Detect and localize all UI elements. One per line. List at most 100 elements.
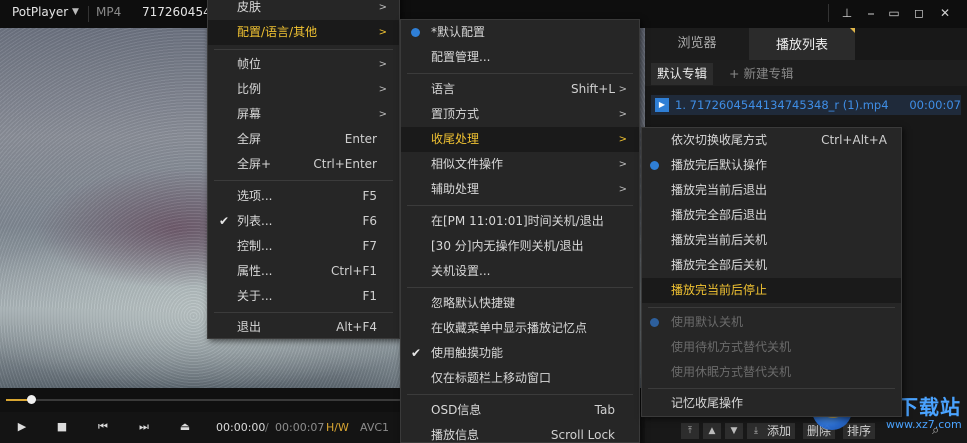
watermark-url: www.xz7.com	[886, 418, 962, 431]
menu-item-playback-info[interactable]: 播放信息 Scroll Lock	[401, 423, 639, 443]
menu-item-touch[interactable]: ✔ 使用触摸功能	[401, 341, 639, 366]
menu-item-shutdown-after-current[interactable]: 播放完当前后关机	[642, 228, 901, 253]
codec-badge[interactable]: AVC1	[360, 421, 389, 434]
menu-item-exit-after-current[interactable]: 播放完当前后退出	[642, 178, 901, 203]
menu-item-default-shutdown[interactable]: 使用默认关机	[642, 310, 901, 335]
current-time: 00:00:00	[216, 421, 266, 434]
menu-item-assist[interactable]: 辅助处理 >	[401, 177, 639, 202]
check-icon: ✔	[411, 346, 422, 360]
move-down-icon[interactable]: ▼	[725, 423, 743, 439]
minimize-icon[interactable]: ▭	[884, 4, 904, 22]
menu-item-shutdown-after-all[interactable]: 播放完全部后关机	[642, 253, 901, 278]
total-time: 00:00:07	[275, 421, 325, 434]
time-separator: /	[265, 421, 269, 434]
maximize-icon[interactable]: ◻	[909, 4, 929, 22]
menu-item-default-config[interactable]: *默认配置	[401, 20, 639, 45]
play-icon: ▶	[655, 98, 669, 112]
pin-icon[interactable]: ⊥	[837, 4, 857, 22]
divider	[214, 180, 393, 181]
app-menu-button[interactable]: PotPlayer	[12, 5, 68, 19]
menu-item-options[interactable]: 选项... F5	[208, 184, 399, 209]
menu-item-config-language-other[interactable]: 配置/语言/其他 >	[208, 20, 399, 45]
album-default[interactable]: 默认专辑	[651, 63, 714, 85]
previous-icon[interactable]: ⏮	[95, 419, 111, 435]
menu-item-show-bookmarks[interactable]: 在收藏菜单中显示播放记忆点	[401, 316, 639, 341]
panel-tabs: 浏览器 播放列表	[645, 28, 967, 60]
menu-item-language[interactable]: 语言 Shift+L >	[401, 77, 639, 102]
next-icon[interactable]: ⏭	[136, 419, 152, 435]
add-button[interactable]: 添加	[763, 423, 796, 439]
divider	[214, 312, 393, 313]
menu-item-ignore-default-hotkeys[interactable]: 忽略默认快捷键	[401, 291, 639, 316]
config-submenu: *默认配置 配置管理... 语言 Shift+L > 置顶方式 > 收尾处理 >…	[400, 19, 640, 443]
menu-item-about[interactable]: 关于... F1	[208, 284, 399, 309]
playlist-item-duration: 00:00:07	[909, 98, 961, 112]
menu-item-standby-instead[interactable]: 使用待机方式替代关机	[642, 335, 901, 360]
menu-item-shutdown-idle[interactable]: [30 分]内无操作则关机/退出	[401, 234, 639, 259]
divider	[407, 205, 633, 206]
menu-item-remember-end-action[interactable]: 记忆收尾操作	[642, 391, 901, 416]
chevron-right-icon: >	[618, 134, 627, 145]
chevron-right-icon: >	[618, 159, 627, 170]
menu-item-move-by-titlebar[interactable]: 仅在标题栏上移动窗口	[401, 366, 639, 391]
menu-item-exit-after-all[interactable]: 播放完全部后退出	[642, 203, 901, 228]
menu-item-end-action[interactable]: 收尾处理 >	[401, 127, 639, 152]
hw-decode-badge[interactable]: H/W	[326, 421, 349, 434]
chevron-right-icon: >	[378, 2, 387, 13]
menu-item-osd-info[interactable]: OSD信息 Tab	[401, 398, 639, 423]
eject-icon[interactable]: ⏏	[177, 419, 193, 435]
chevron-right-icon: >	[378, 59, 387, 70]
file-format-label: MP4	[96, 5, 122, 19]
close-icon[interactable]: ✕	[935, 4, 955, 22]
divider	[407, 73, 633, 74]
move-up-icon[interactable]: ▲	[703, 423, 721, 439]
tab-browser[interactable]: 浏览器	[645, 28, 749, 60]
menu-item-skin[interactable]: 皮肤 >	[208, 0, 399, 20]
context-menu: 皮肤 > 配置/语言/其他 > 帧位 > 比例 > 屏幕 > 全屏 Enter …	[207, 0, 400, 339]
menu-item-fullscreen-plus[interactable]: 全屏+ Ctrl+Enter	[208, 152, 399, 177]
chevron-right-icon: >	[378, 84, 387, 95]
divider	[648, 307, 895, 308]
divider	[648, 388, 895, 389]
move-top-icon[interactable]: ⤒	[681, 423, 699, 439]
divider	[88, 6, 89, 22]
new-album-button[interactable]: + 新建专辑	[723, 63, 799, 85]
chevron-right-icon: >	[378, 109, 387, 120]
divider	[214, 49, 393, 50]
play-icon[interactable]: ▶	[14, 419, 30, 435]
menu-item-exit[interactable]: 退出 Alt+F4	[208, 315, 399, 340]
menu-item-similar-files[interactable]: 相似文件操作 >	[401, 152, 639, 177]
stop-icon[interactable]: ■	[54, 419, 70, 435]
menu-item-frame[interactable]: 帧位 >	[208, 52, 399, 77]
file-title: 717260454	[142, 5, 211, 19]
menu-item-default-after-play[interactable]: 播放完后默认操作	[642, 153, 901, 178]
chevron-right-icon: >	[378, 27, 387, 38]
menu-item-on-top[interactable]: 置顶方式 >	[401, 102, 639, 127]
list-item[interactable]: ▶ 1. 7172604544134745348_r (1).mp4 00:00…	[651, 95, 961, 115]
menu-item-list[interactable]: ✔ 列表... F6	[208, 209, 399, 234]
tab-playlist[interactable]: 播放列表	[749, 28, 855, 60]
menu-item-properties[interactable]: 属性... Ctrl+F1	[208, 259, 399, 284]
radio-selected-icon	[650, 318, 659, 327]
menu-item-config-manage[interactable]: 配置管理...	[401, 45, 639, 70]
chevron-right-icon: >	[618, 109, 627, 120]
minimize-to-tray-icon[interactable]: ⎯	[861, 4, 881, 22]
divider	[828, 4, 829, 22]
menu-item-screen[interactable]: 屏幕 >	[208, 102, 399, 127]
seek-handle[interactable]	[27, 395, 36, 404]
menu-item-shutdown-settings[interactable]: 关机设置...	[401, 259, 639, 284]
menu-item-stop-after-current[interactable]: 播放完当前后停止	[642, 278, 901, 303]
divider	[407, 394, 633, 395]
menu-item-cycle-end-action[interactable]: 依次切换收尾方式 Ctrl+Alt+A	[642, 128, 901, 153]
menu-item-control[interactable]: 控制... F7	[208, 234, 399, 259]
end-action-submenu: 依次切换收尾方式 Ctrl+Alt+A 播放完后默认操作 播放完当前后退出 播放…	[641, 127, 902, 417]
menu-item-fullscreen[interactable]: 全屏 Enter	[208, 127, 399, 152]
menu-item-shutdown-at-time[interactable]: 在[PM 11:01:01]时间关机/退出	[401, 209, 639, 234]
menu-item-hibernate-instead[interactable]: 使用休眠方式替代关机	[642, 360, 901, 385]
menu-item-ratio[interactable]: 比例 >	[208, 77, 399, 102]
chevron-right-icon: >	[618, 84, 627, 95]
check-icon: ✔	[219, 214, 230, 228]
album-bar: 默认专辑 + 新建专辑	[645, 60, 967, 86]
chevron-down-icon[interactable]: ▼	[72, 7, 80, 17]
playlist-item-name: 1. 7172604544134745348_r (1).mp4	[675, 98, 889, 112]
